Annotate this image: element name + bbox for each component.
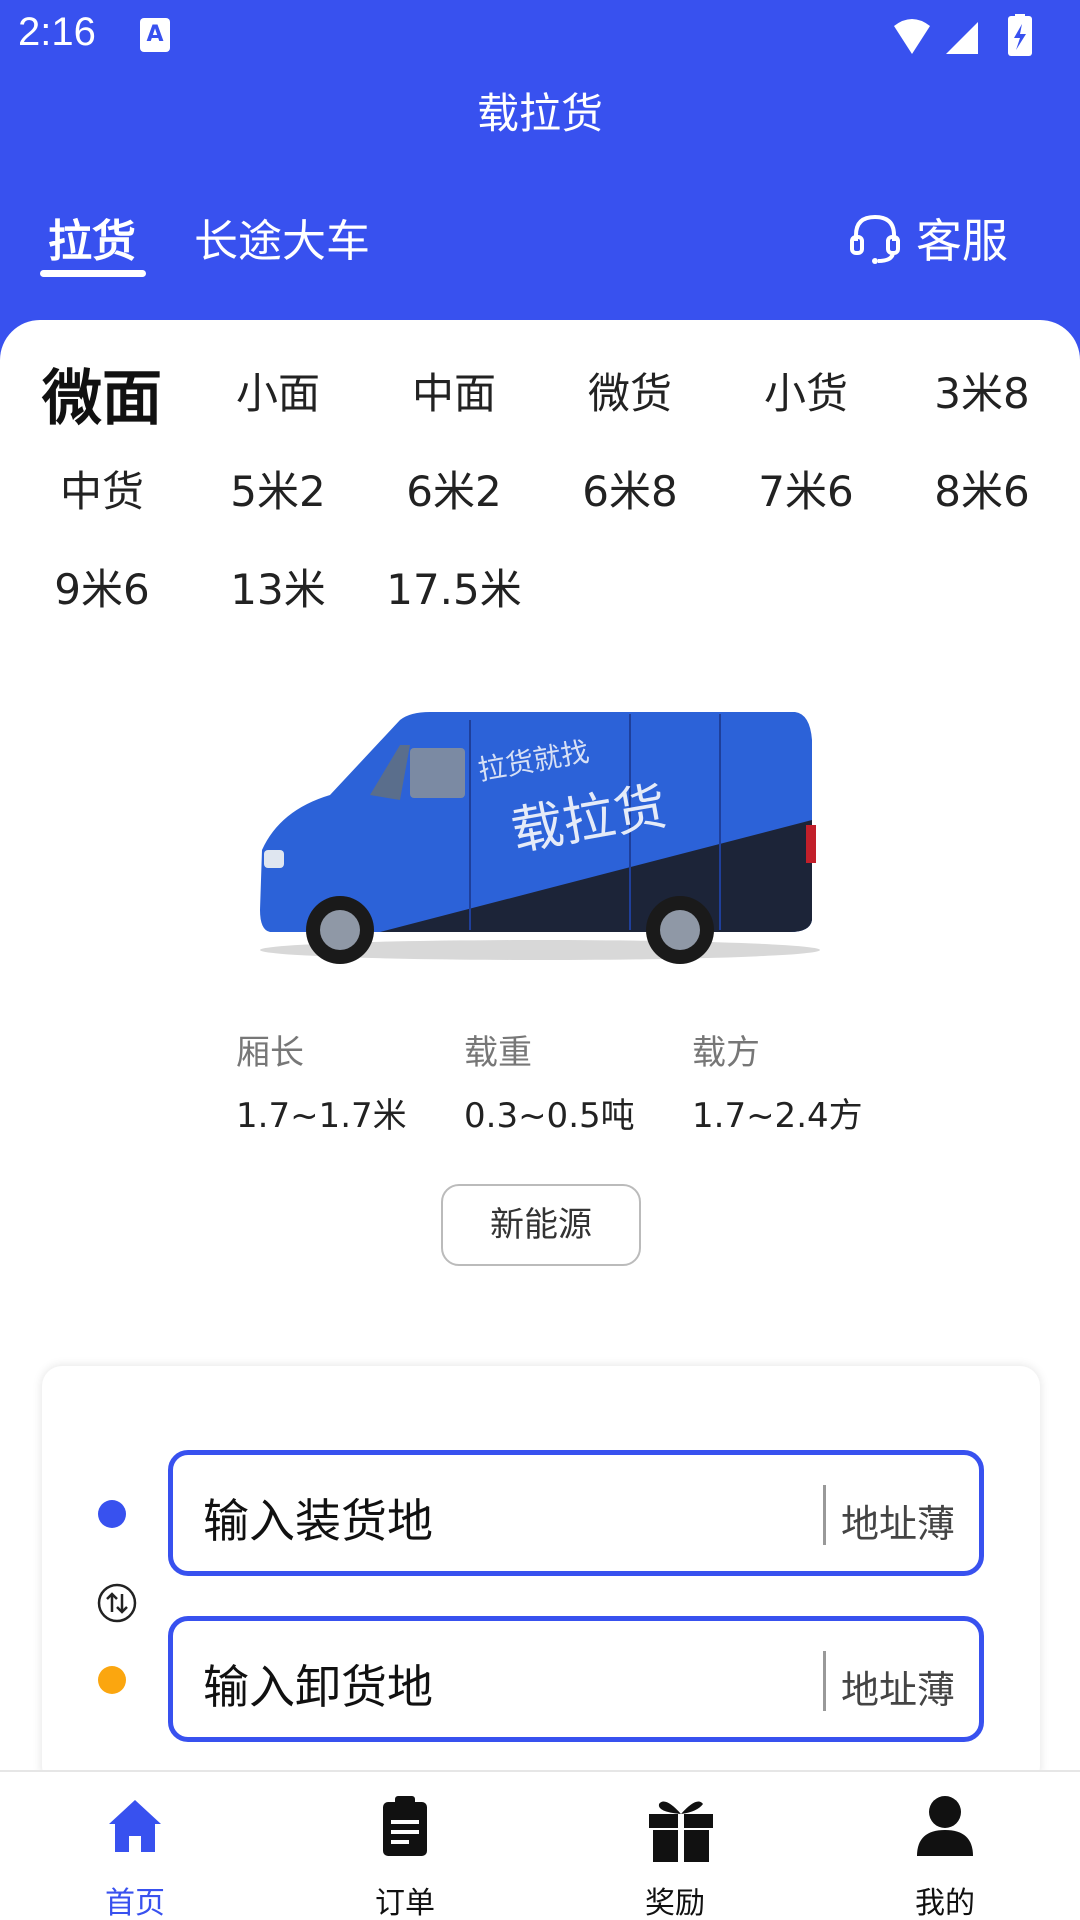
load-address-placeholder: 输入装货地 [203,1494,433,1548]
load-dot-icon [98,1500,126,1528]
spec-value: 1.7~1.7米 [236,1096,407,1136]
signal-icon [946,22,978,54]
divider [823,1485,826,1545]
vehicle-type-item[interactable]: 中货 [14,458,190,519]
spec-load-volume: 载方 1.7~2.4方 [692,1025,863,1137]
vehicle-type-item[interactable]: 9米6 [14,556,190,617]
home-icon [109,1800,161,1852]
unload-address-placeholder: 输入卸货地 [203,1660,433,1714]
tab-home[interactable]: 首页 [0,1772,270,1920]
tab-label: 首页 [105,1886,165,1920]
spec-box-length: 厢长 1.7~1.7米 [236,1025,407,1137]
headset-icon [850,214,900,264]
tab-long-distance[interactable]: 长途大车 [194,205,370,269]
tab-label: 订单 [375,1886,435,1920]
status-bar: 2:16 A [0,0,1080,72]
clipboard-icon [383,1796,427,1856]
vehicle-type-item[interactable]: 中面 [366,360,542,421]
spec-load-weight: 载重 0.3~0.5吨 [464,1025,635,1137]
spec-label: 载重 [464,1033,532,1073]
bottom-tab-bar: 首页 订单 奖励 我的 [0,1770,1080,1920]
gift-icon [649,1801,713,1862]
vehicle-type-item[interactable]: 小面 [190,360,366,421]
divider [823,1651,826,1711]
vehicle-type-item[interactable]: 小货 [718,360,894,421]
tab-underline [40,270,146,277]
unload-address-input[interactable]: 输入卸货地 地址薄 [168,1616,984,1742]
tab-label: 奖励 [645,1886,705,1920]
notification-icon: A [140,18,170,52]
spec-label: 载方 [692,1033,760,1073]
load-address-input[interactable]: 输入装货地 地址薄 [168,1450,984,1576]
status-time: 2:16 [18,10,96,54]
customer-service-button[interactable]: 客服 [848,205,1008,271]
vehicle-type-item[interactable]: 8米6 [894,458,1070,519]
user-icon [917,1796,973,1856]
vehicle-type-item[interactable]: 微货 [542,360,718,421]
spec-value: 0.3~0.5吨 [464,1096,635,1136]
wifi-icon [894,19,930,54]
new-energy-button[interactable]: 新能源 [441,1184,641,1266]
load-address-book-button[interactable]: 地址薄 [841,1493,955,1548]
tab-label: 我的 [915,1886,975,1920]
swap-icon[interactable] [96,1582,138,1624]
unload-dot-icon [98,1666,126,1694]
vehicle-type-item[interactable]: 5米2 [190,458,366,519]
unload-address-book-button[interactable]: 地址薄 [841,1659,955,1714]
vehicle-type-item[interactable]: 13米 [190,556,366,617]
vehicle-type-item[interactable]: 3米8 [894,360,1070,421]
app-title: 载拉货 [476,89,603,138]
vehicle-type-item[interactable]: 6米8 [542,458,718,519]
tab-mine[interactable]: 我的 [810,1772,1080,1920]
service-label: 客服 [916,214,1008,268]
tab-rewards[interactable]: 奖励 [540,1772,810,1920]
van-image: 拉货就找 载拉货 [260,712,820,964]
spec-label: 厢长 [236,1033,304,1073]
tab-lahuo[interactable]: 拉货 [48,205,136,269]
status-icons [894,14,1032,56]
vehicle-type-item[interactable]: 微面 [14,350,190,437]
spec-value: 1.7~2.4方 [692,1096,863,1136]
vehicle-type-item[interactable]: 7米6 [718,458,894,519]
tab-orders[interactable]: 订单 [270,1772,540,1920]
vehicle-type-item[interactable]: 6米2 [366,458,542,519]
vehicle-type-item[interactable]: 17.5米 [366,556,542,617]
